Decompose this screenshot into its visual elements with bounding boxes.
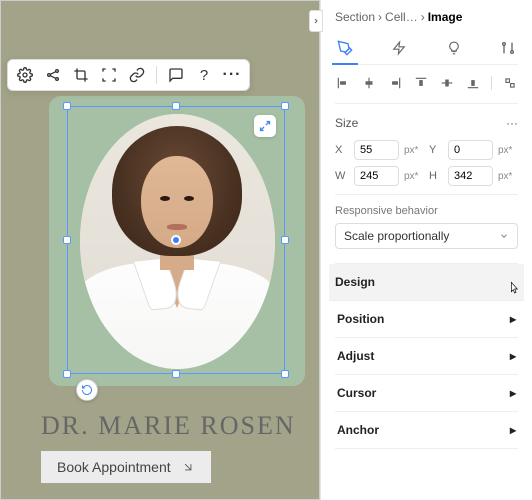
- element-toolbar: ? ···: [7, 59, 250, 91]
- resize-handle[interactable]: [63, 236, 71, 244]
- align-center-h-icon[interactable]: [361, 75, 377, 91]
- y-unit[interactable]: px*: [498, 145, 518, 156]
- resize-handle[interactable]: [281, 370, 289, 378]
- link-icon[interactable]: [128, 66, 146, 84]
- responsive-value: Scale proportionally: [344, 229, 449, 243]
- heading-text[interactable]: DR. MARIE ROSEN: [41, 411, 296, 441]
- animation-icon[interactable]: [44, 66, 62, 84]
- gear-icon[interactable]: [16, 66, 34, 84]
- resize-handle[interactable]: [281, 102, 289, 110]
- w-input[interactable]: [354, 166, 399, 186]
- resize-handle[interactable]: [281, 236, 289, 244]
- x-label: X: [335, 144, 349, 156]
- w-unit[interactable]: px*: [404, 171, 424, 182]
- y-input[interactable]: [448, 140, 493, 160]
- inspector-tabs: [335, 38, 518, 65]
- h-label: H: [429, 170, 443, 182]
- chevron-right-icon: ▸: [510, 423, 516, 437]
- align-top-icon[interactable]: [413, 75, 429, 91]
- chevron-right-icon: ▸: [510, 386, 516, 400]
- accordion-label: Adjust: [337, 349, 374, 363]
- cta-label: Book Appointment: [57, 459, 171, 475]
- rotate-handle[interactable]: [76, 379, 98, 401]
- align-bottom-icon[interactable]: [465, 75, 481, 91]
- crop-icon[interactable]: [72, 66, 90, 84]
- focus-icon[interactable]: [100, 66, 118, 84]
- size-label: Size: [335, 116, 358, 130]
- x-input[interactable]: [354, 140, 399, 160]
- accordion-label: Position: [337, 312, 384, 326]
- tab-design-icon[interactable]: [335, 38, 355, 58]
- resize-handle[interactable]: [63, 102, 71, 110]
- w-label: W: [335, 170, 349, 182]
- breadcrumb[interactable]: Section›Cell…›Image: [335, 10, 518, 24]
- help-icon[interactable]: ?: [195, 66, 213, 84]
- align-row: [335, 75, 518, 104]
- distribute-icon[interactable]: [502, 75, 518, 91]
- chevron-down-icon: [499, 231, 509, 241]
- x-unit[interactable]: px*: [404, 145, 424, 156]
- tab-bolt-icon[interactable]: [389, 38, 409, 58]
- expand-icon[interactable]: [254, 115, 276, 137]
- accordion-label: Anchor: [337, 423, 379, 437]
- breadcrumb-section[interactable]: Section: [335, 10, 375, 24]
- resize-handle[interactable]: [63, 370, 71, 378]
- breadcrumb-cell[interactable]: Cell…: [385, 10, 418, 24]
- center-handle[interactable]: [171, 235, 181, 245]
- accordion-design[interactable]: Design: [329, 264, 524, 301]
- responsive-select[interactable]: Scale proportionally: [335, 223, 518, 249]
- h-input[interactable]: [448, 166, 493, 186]
- resize-handle[interactable]: [172, 102, 180, 110]
- tab-settings-icon[interactable]: [498, 38, 518, 58]
- resize-handle[interactable]: [172, 370, 180, 378]
- selection-box[interactable]: [67, 106, 285, 374]
- canvas-area[interactable]: ? ···: [0, 0, 320, 500]
- tab-bulb-icon[interactable]: [444, 38, 464, 58]
- align-middle-icon[interactable]: [439, 75, 455, 91]
- chevron-right-icon: ▸: [510, 312, 516, 326]
- y-label: Y: [429, 144, 443, 156]
- responsive-label: Responsive behavior: [335, 205, 518, 217]
- accordion-label: Design: [335, 275, 375, 289]
- more-icon[interactable]: ···: [506, 116, 518, 130]
- align-left-icon[interactable]: [335, 75, 351, 91]
- more-icon[interactable]: ···: [223, 66, 241, 84]
- breadcrumb-image[interactable]: Image: [428, 10, 463, 24]
- arrow-icon: [181, 460, 195, 474]
- accordion-label: Cursor: [337, 386, 376, 400]
- accordion-anchor[interactable]: Anchor ▸: [335, 412, 518, 449]
- accordion-position[interactable]: Position ▸: [335, 301, 518, 338]
- h-unit[interactable]: px*: [498, 171, 518, 182]
- chevron-right-icon: ▸: [510, 349, 516, 363]
- accordion-cursor[interactable]: Cursor ▸: [335, 375, 518, 412]
- collapse-panel-icon[interactable]: [309, 10, 323, 32]
- cta-button[interactable]: Book Appointment: [41, 451, 211, 483]
- align-right-icon[interactable]: [387, 75, 403, 91]
- inspector-panel: Section›Cell…›Image Size ··· X px* Y px*…: [320, 0, 532, 500]
- comment-icon[interactable]: [167, 66, 185, 84]
- accordion-adjust[interactable]: Adjust ▸: [335, 338, 518, 375]
